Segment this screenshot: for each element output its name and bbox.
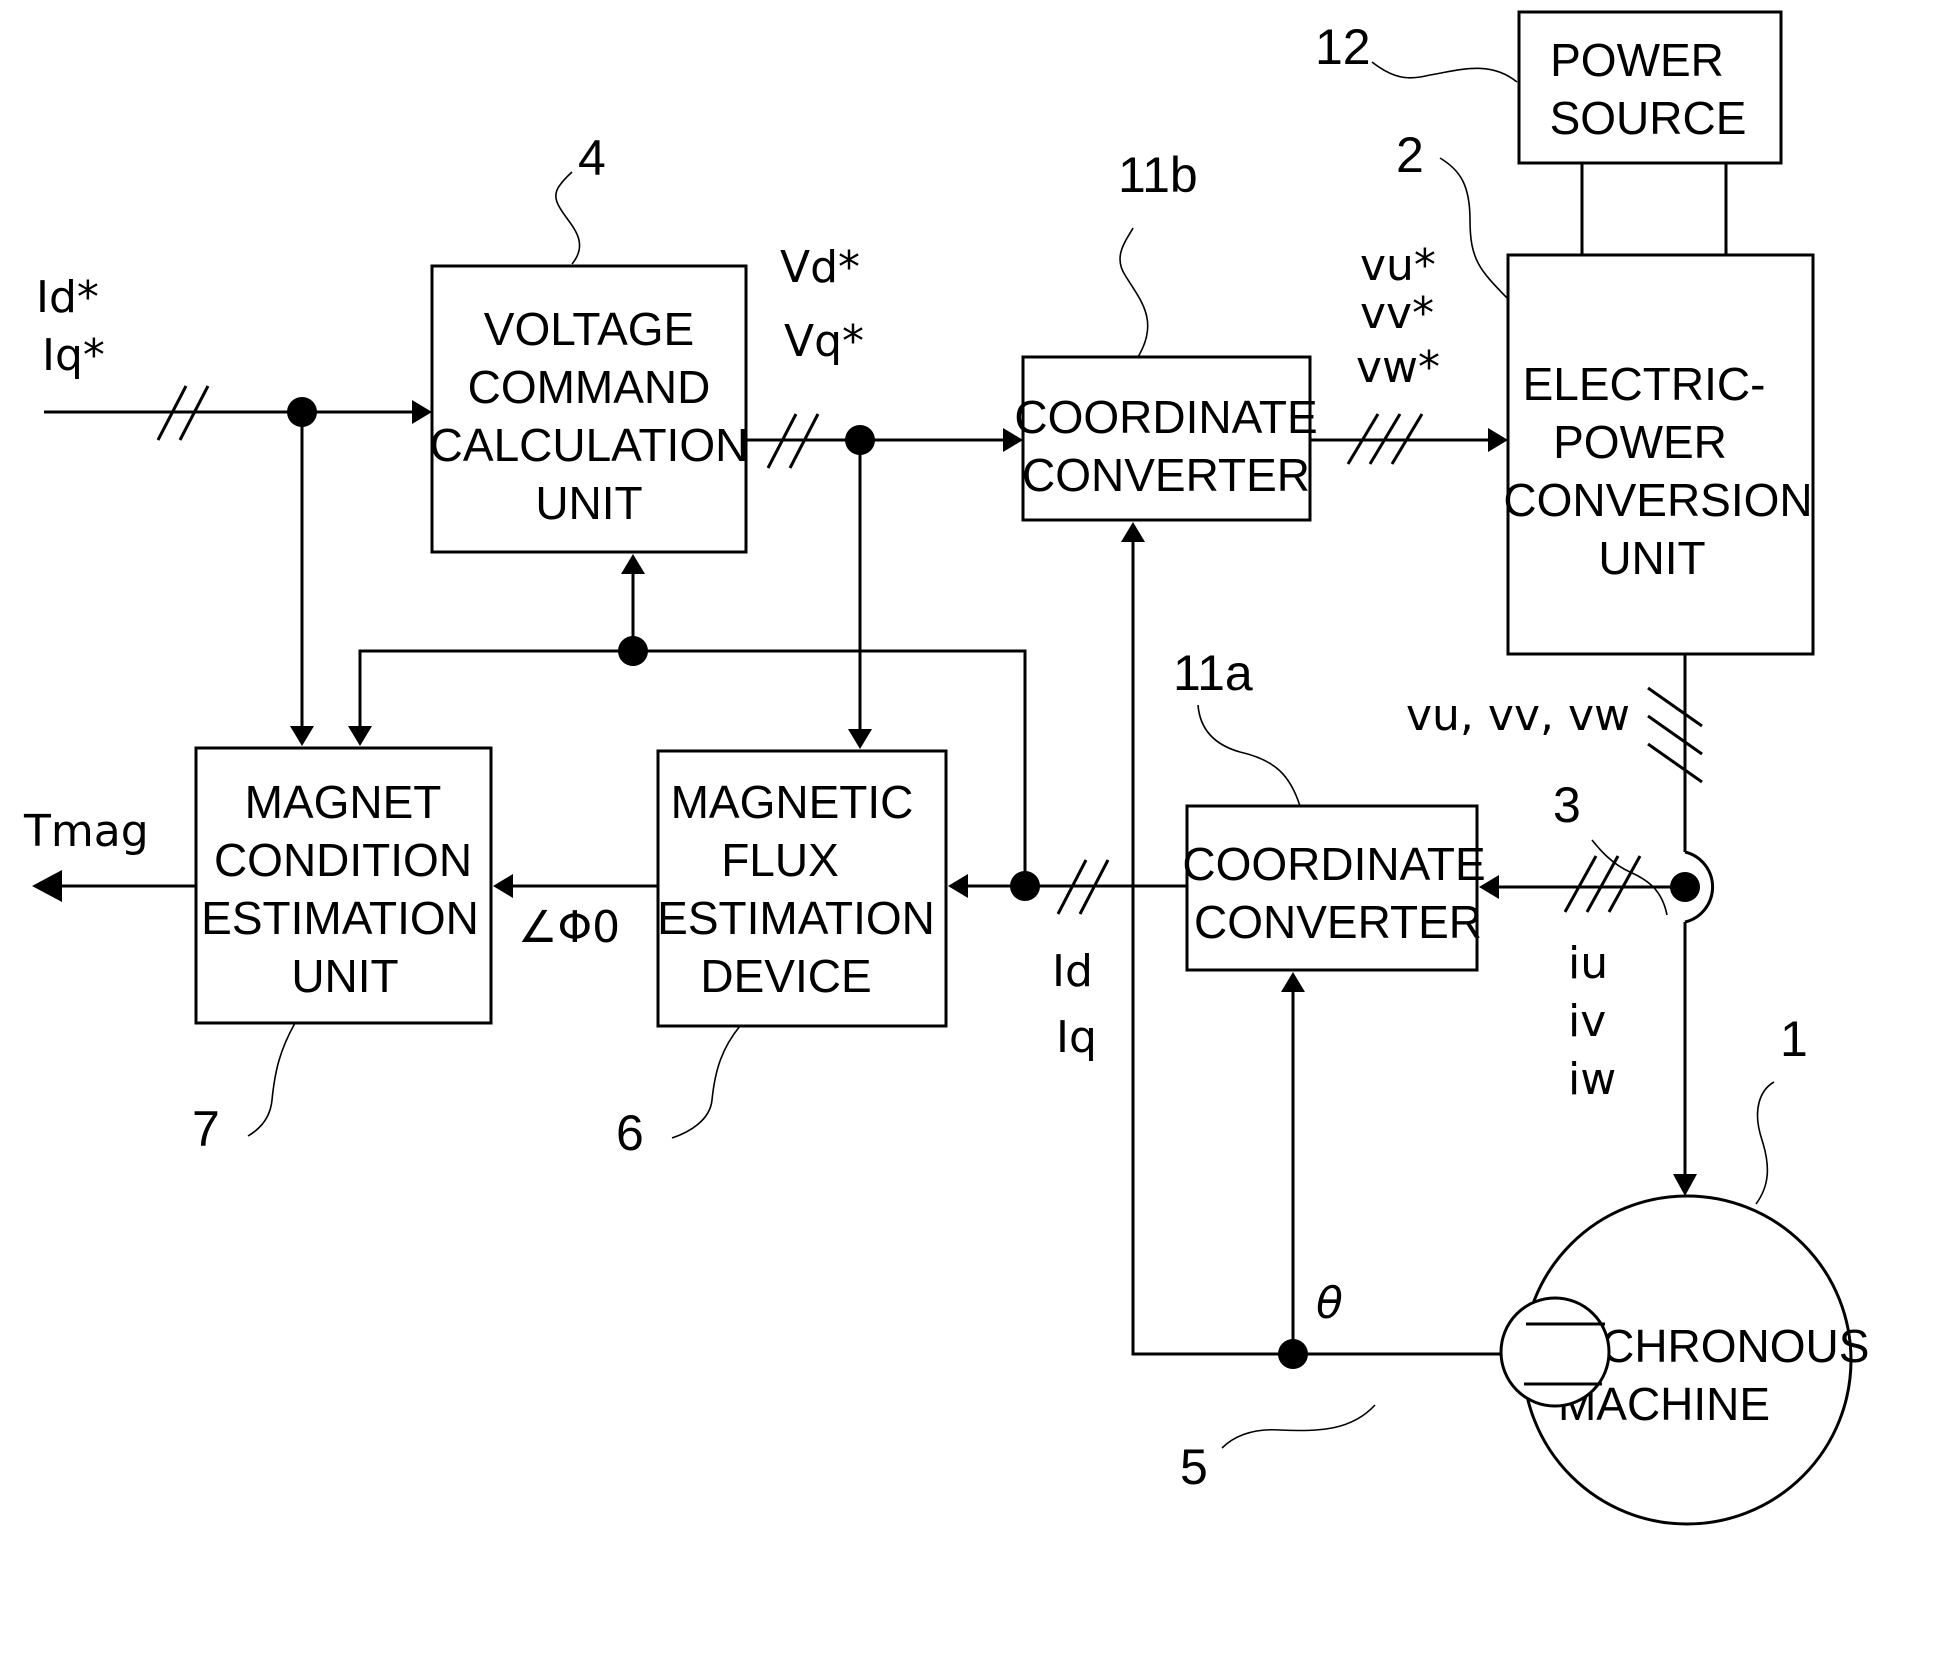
- block-label: POWER: [1553, 416, 1727, 468]
- signal-label-tmag: Tmag: [23, 806, 149, 857]
- signal-label-iu: iu: [1568, 938, 1608, 989]
- arrow-head: [493, 874, 513, 898]
- ref-numeral: 3: [1553, 777, 1581, 833]
- block-label: CONVERTER: [1022, 449, 1310, 501]
- block-label: FLUX: [721, 834, 839, 886]
- signal-label-flux-phase: ∠Φ0: [518, 902, 620, 953]
- signal-label-id-star: Id*: [36, 272, 99, 323]
- block-label: CALCULATION: [430, 419, 749, 471]
- signal-label-vu-star: vu*: [1360, 240, 1436, 291]
- electric-power-conversion-unit: ELECTRIC- POWER CONVERSION UNIT: [1503, 253, 1815, 656]
- ref-numeral: 12: [1315, 19, 1371, 75]
- magnetic-flux-estimation-device: MAGNETIC FLUX ESTIMATION DEVICE: [656, 749, 948, 1028]
- leader-line: [1119, 227, 1149, 358]
- voltage-command-calculation-unit: VOLTAGE COMMAND CALCULATION UNIT: [430, 264, 749, 554]
- leader-line: [1221, 1404, 1376, 1449]
- signal-label-iq-star: Iq*: [42, 330, 105, 381]
- signal-label-theta: θ: [1316, 1278, 1343, 1329]
- block-label: COORDINATE: [1014, 391, 1317, 443]
- arrow-head: [1281, 972, 1305, 992]
- position-sensor: [1499, 1296, 1611, 1408]
- arrow-head: [1121, 522, 1145, 542]
- signal-label-vw-star: vw*: [1356, 342, 1440, 393]
- signal-label-iv: iv: [1568, 996, 1606, 1047]
- ref-numeral: 7: [192, 1101, 220, 1157]
- block-label: UNIT: [1598, 532, 1705, 584]
- junction-dot: [1010, 871, 1040, 901]
- block-label: ESTIMATION: [201, 892, 479, 944]
- block-label: UNIT: [291, 950, 398, 1002]
- signal-label-iw: iw: [1568, 1054, 1616, 1105]
- position-sensor-circle: [1499, 1296, 1611, 1408]
- block-label: COMMAND: [468, 361, 711, 413]
- ref-numeral: 6: [616, 1105, 644, 1161]
- arrow-head: [32, 870, 62, 902]
- block-label: CONVERSION: [1503, 474, 1812, 526]
- block-label: CONDITION: [214, 834, 472, 886]
- signal-label-vq-star: Vq*: [784, 316, 864, 367]
- block-label: VOLTAGE: [484, 303, 694, 355]
- block-label: ESTIMATION: [657, 892, 935, 944]
- arrow-head: [348, 726, 372, 746]
- ref-numeral: 5: [1180, 1439, 1208, 1495]
- magnet-condition-estimation-unit: MAGNET CONDITION ESTIMATION UNIT: [194, 746, 493, 1025]
- block-label: UNIT: [535, 477, 642, 529]
- block-label: MAGNETIC: [671, 776, 914, 828]
- leader-line: [671, 1025, 741, 1139]
- leader-line: [555, 171, 581, 265]
- leader-line: [1371, 61, 1518, 83]
- signal-label-vd-star: Vd*: [780, 242, 860, 293]
- leader-line: [247, 1022, 296, 1137]
- ref-numeral: 1: [1780, 1011, 1808, 1067]
- arrow-head: [948, 874, 968, 898]
- arrow-head: [1673, 1174, 1697, 1196]
- block-diagram: VOLTAGE COMMAND CALCULATION UNIT COORDIN…: [23, 10, 1869, 1526]
- leader-line: [1439, 157, 1508, 299]
- ref-numeral: 2: [1396, 127, 1424, 183]
- ref-numeral: 11b: [1118, 147, 1198, 203]
- leader-line: [1755, 1081, 1775, 1205]
- ref-numeral: 4: [578, 130, 606, 186]
- block-label: POWER: [1550, 34, 1724, 86]
- block-label: SOURCE: [1550, 92, 1747, 144]
- block-label: DEVICE: [700, 950, 871, 1002]
- block-label: MAGNET: [245, 776, 442, 828]
- coordinate-converter-11a: COORDINATE CONVERTER: [1182, 804, 1486, 972]
- arrow-head: [621, 554, 645, 574]
- block-label: CONVERTER: [1194, 896, 1482, 948]
- leader-line: [1197, 704, 1301, 807]
- ref-numeral: 11a: [1173, 645, 1253, 701]
- arrow-head: [1488, 428, 1508, 452]
- block-label: COORDINATE: [1182, 838, 1485, 890]
- signal-label-id: Id: [1052, 946, 1093, 997]
- arrow-head: [848, 729, 872, 749]
- power-source: POWER SOURCE: [1517, 10, 1783, 165]
- signal-label-phase-voltage: vu, vv, vw: [1406, 690, 1630, 741]
- block-label: ELECTRIC-: [1523, 358, 1766, 410]
- signal-label-iq: Iq: [1056, 1012, 1097, 1063]
- coordinate-converter-11b: COORDINATE CONVERTER: [1014, 355, 1318, 522]
- signal-label-vv-star: vv*: [1360, 288, 1434, 339]
- arrow-head: [290, 726, 314, 746]
